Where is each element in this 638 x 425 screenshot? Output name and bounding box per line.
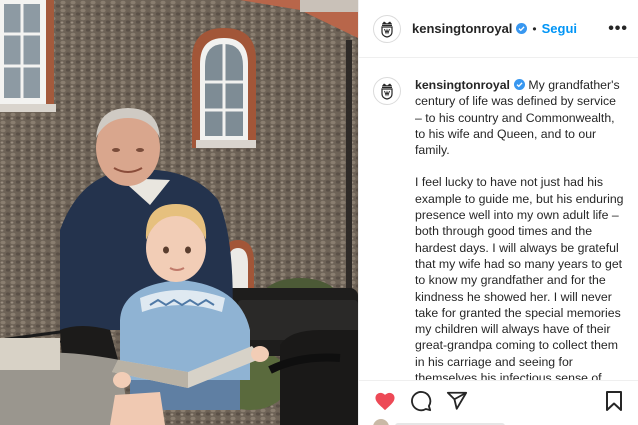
caption-text: kensingtonroyal My grandfather's century… [415,77,626,380]
caption-paragraph-1: kensingtonroyal My grandfather's century… [415,77,626,158]
liker-avatar[interactable] [373,419,389,425]
caption-username[interactable]: kensingtonroyal [415,78,510,92]
post-header: kensingtonroyal • Segui ••• [359,0,638,58]
post-photo[interactable] [0,0,358,425]
caption-paragraph-2: I feel lucky to have not just had his ex… [415,175,624,380]
caption-avatar[interactable] [373,77,401,105]
share-icon [446,391,468,410]
bookmark-icon [606,391,622,411]
royal-crest-icon [381,21,393,38]
heart-icon [375,392,395,411]
caption-comment: kensingtonroyal My grandfather's century… [373,77,626,380]
post-side-panel: kensingtonroyal • Segui ••• kensingtonro… [358,0,638,425]
profile-avatar[interactable] [373,14,401,43]
likes-preview [373,419,626,425]
follow-button[interactable]: Segui [542,21,577,36]
header-separator: • [532,21,537,36]
comment-icon [411,391,432,412]
comments-section[interactable]: kensingtonroyal My grandfather's century… [359,59,638,380]
post-actions-bar [359,380,638,425]
more-options-button[interactable]: ••• [608,20,628,37]
save-button[interactable] [602,389,626,413]
verified-badge-icon [513,79,525,90]
photo-illustration [0,0,358,425]
comment-button[interactable] [409,389,433,413]
royal-crest-icon [381,83,393,100]
share-button[interactable] [445,389,469,413]
post-username[interactable]: kensingtonroyal [412,21,512,36]
verified-badge-icon [516,23,528,34]
like-button[interactable] [373,389,397,413]
